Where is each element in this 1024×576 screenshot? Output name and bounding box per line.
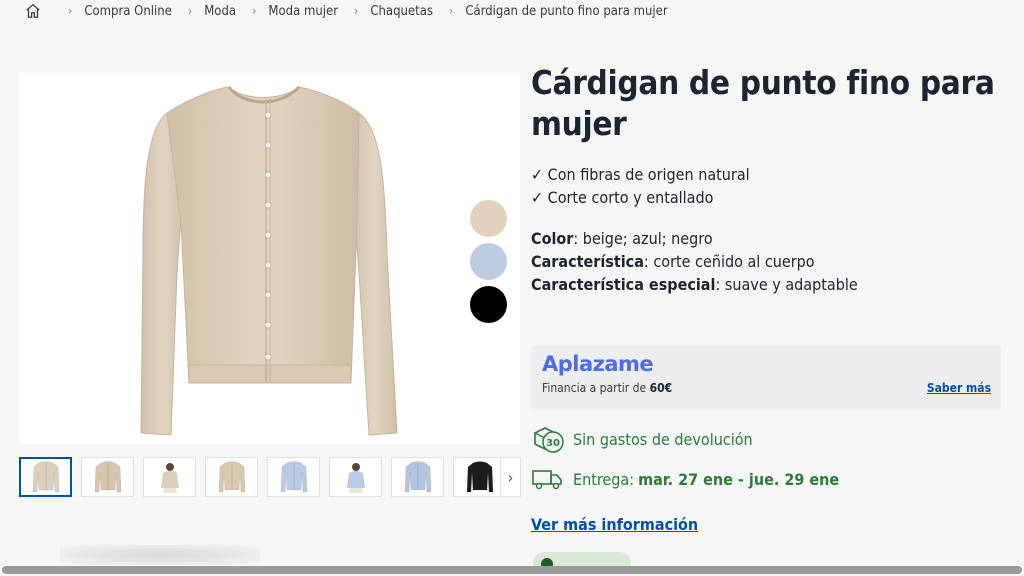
color-swatches xyxy=(470,200,507,323)
thumbnail-5[interactable] xyxy=(267,457,320,497)
attribute-caracteristica: Característica: corte ceñido al cuerpo xyxy=(531,252,815,271)
cardigan-icon xyxy=(466,461,493,493)
thumbnail-3[interactable] xyxy=(143,457,196,497)
financing-text: Financia a partir de 60€ xyxy=(542,381,673,395)
home-icon[interactable] xyxy=(24,2,42,20)
chevron-right-icon: › xyxy=(448,4,454,18)
attribute-color: Color: beige; azul; negro xyxy=(531,229,713,248)
free-returns-text: Sin gastos de devolución xyxy=(573,430,753,449)
attribute-caracteristica-especial: Característica especial: suave y adaptab… xyxy=(531,275,858,294)
product-benefits: ✓ Con fibras de origen natural ✓ Corte c… xyxy=(531,163,750,209)
breadcrumb-item-moda[interactable]: Moda xyxy=(204,4,236,19)
thumbnail-1[interactable] xyxy=(19,457,72,497)
cardigan-icon xyxy=(218,461,245,493)
chevron-right-icon: › xyxy=(252,4,257,18)
ver-mas-informacion-link[interactable]: Ver más información xyxy=(531,515,698,534)
swatch-blue[interactable] xyxy=(470,243,507,280)
breadcrumb-item-current: Cárdigan de punto fino para mujer xyxy=(465,3,668,19)
breadcrumb: › Compra Online › Moda › Moda mujer › Ch… xyxy=(24,0,668,22)
thumbnail-4[interactable] xyxy=(205,457,258,497)
aplazame-logo: Aplazame xyxy=(542,352,654,376)
product-main-image[interactable] xyxy=(19,73,520,444)
swatch-beige[interactable] xyxy=(470,200,507,237)
thumbnail-strip xyxy=(19,457,521,497)
swatch-black[interactable] xyxy=(470,286,507,323)
benefit-item: ✓ Corte corto y entallado xyxy=(531,188,714,207)
breadcrumb-item-chaquetas[interactable]: Chaquetas xyxy=(370,4,433,19)
return-30-icon: 30 xyxy=(534,427,564,453)
thumbnail-2[interactable] xyxy=(81,457,134,497)
product-title: Cárdigan de punto fino para mujer xyxy=(531,63,995,143)
breadcrumb-item-compra-online[interactable]: Compra Online xyxy=(84,4,172,19)
breadcrumb-item-moda-mujer[interactable]: Moda mujer xyxy=(268,4,338,19)
model-photo-icon xyxy=(346,463,365,493)
financing-box: Aplazame Financia a partir de 60€ Saber … xyxy=(531,346,1001,410)
delivery-dates: mar. 27 ene - jue. 29 ene xyxy=(638,469,840,489)
cardigan-icon xyxy=(94,461,121,493)
model-photo-icon xyxy=(160,463,179,493)
cardigan-icon xyxy=(280,461,307,493)
delivery-label: Entrega: xyxy=(573,469,635,489)
cardigan-icon xyxy=(404,461,431,493)
chevron-right-icon: › xyxy=(68,4,73,18)
thumbnail-7[interactable] xyxy=(391,457,444,497)
horizontal-scrollbar[interactable] xyxy=(2,566,1022,574)
cardigan-icon xyxy=(32,461,59,493)
svg-text:30: 30 xyxy=(546,438,560,449)
saber-mas-link[interactable]: Saber más xyxy=(927,381,991,395)
benefit-item: ✓ Con fibras de origen natural xyxy=(531,165,750,184)
thumbnail-next-button[interactable]: › xyxy=(500,457,521,497)
delivery-info: Entrega: mar. 27 ene - jue. 29 ene xyxy=(531,467,839,491)
chevron-right-icon: › xyxy=(354,4,359,18)
thumbnail-6[interactable] xyxy=(329,457,382,497)
free-returns: 30 Sin gastos de devolución xyxy=(531,424,753,455)
thumbnail-8[interactable] xyxy=(453,457,506,497)
cardigan-image xyxy=(140,85,398,436)
truck-icon xyxy=(532,470,562,490)
chevron-right-icon: › xyxy=(187,4,193,18)
decorative-shadow xyxy=(60,545,260,565)
product-attributes: Color: beige; azul; negro Característica… xyxy=(531,227,858,296)
